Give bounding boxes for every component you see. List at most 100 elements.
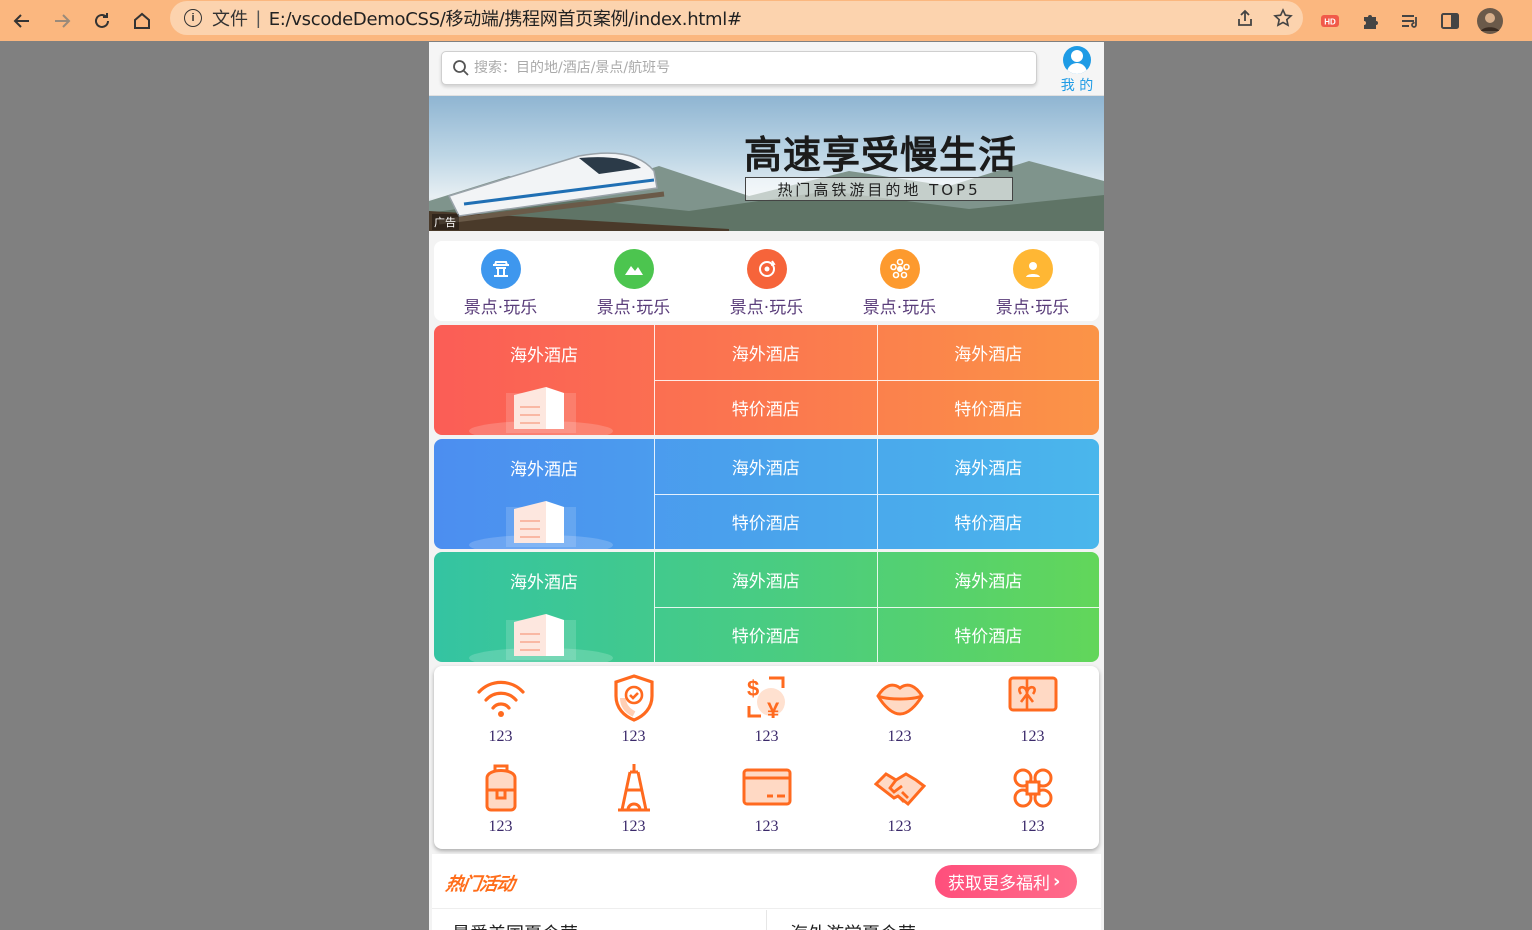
nav-item-5[interactable]: 景点·玩乐 <box>966 241 1099 321</box>
location-icon <box>1012 249 1053 289</box>
service-label: 123 <box>488 818 513 835</box>
backpack-icon <box>485 764 516 812</box>
hotel-building-icon <box>469 501 613 549</box>
promo-banner[interactable]: 高速享受慢生活 热门高铁游目的地 TOP5 广告 <box>429 96 1104 231</box>
nav-item-label: 景点·玩乐 <box>995 298 1070 318</box>
card-icon <box>742 768 791 806</box>
extensions-button[interactable] <box>1350 0 1390 41</box>
service-label: 123 <box>621 728 646 745</box>
activity-title-left[interactable]: 最爱美国夏令营 <box>452 920 578 930</box>
more-benefits-label: 获取更多福利 <box>948 874 1050 894</box>
grid-cell[interactable]: 海外酒店 <box>877 325 1099 381</box>
grid-cell[interactable]: 特价酒店 <box>655 381 877 436</box>
shield-icon <box>613 674 654 722</box>
service-item-luggage[interactable]: 123 <box>434 756 567 846</box>
search-box[interactable] <box>441 51 1037 85</box>
reload-button[interactable] <box>82 0 122 41</box>
arrow-right-icon <box>55 13 71 28</box>
grid-cell[interactable]: 海外酒店 <box>877 439 1099 495</box>
service-item-wifi[interactable]: 123 <box>434 666 567 756</box>
service-label: 123 <box>488 728 513 745</box>
grid-cell[interactable]: 特价酒店 <box>878 381 1100 436</box>
service-item-gift[interactable]: 123 <box>966 666 1099 756</box>
star-icon[interactable] <box>1273 8 1293 28</box>
tile-label: 海外酒店 <box>510 573 578 593</box>
temple-icon <box>480 249 521 289</box>
hotel-main-tile[interactable]: 海外酒店 <box>434 325 655 435</box>
service-item-more[interactable]: 123 <box>966 756 1099 846</box>
profile-button[interactable] <box>1470 0 1510 41</box>
activity-title-right[interactable]: 海外游学夏令营 <box>790 920 916 930</box>
side-panel-icon <box>1441 12 1459 29</box>
nav-item-label: 景点·玩乐 <box>729 298 804 318</box>
service-item-exchange[interactable]: $ ¥ 123 <box>700 666 833 756</box>
chevron-right-icon: › <box>1053 871 1061 892</box>
hotel-row: 海外酒店 海外酒店 特价酒店 海外酒店 特价酒店 <box>434 325 1099 435</box>
service-label: 123 <box>754 818 779 835</box>
playlist-icon <box>1402 14 1417 28</box>
reading-list-button[interactable] <box>1390 0 1430 41</box>
service-label: 123 <box>754 728 779 745</box>
user-button[interactable]: 我 的 <box>1057 46 1097 94</box>
back-button[interactable] <box>2 0 42 41</box>
handshake-icon <box>873 772 926 807</box>
grid-cell[interactable]: 海外酒店 <box>655 325 877 381</box>
side-panel-button[interactable] <box>1430 0 1470 41</box>
forward-button[interactable] <box>42 0 82 41</box>
grid-cell[interactable]: 海外酒店 <box>877 552 1099 608</box>
grid-cell[interactable]: 特价酒店 <box>655 495 877 550</box>
service-item-overseas[interactable]: 123 <box>567 756 700 846</box>
service-item-partner[interactable]: 123 <box>833 756 966 846</box>
search-icon <box>453 60 469 76</box>
browser-toolbar: i 文件 | E:/vscodeDemoCSS/移动端/携程网首页案例/inde… <box>0 0 1532 41</box>
home-icon <box>134 12 150 29</box>
flight-row: 海外酒店 海外酒店 特价酒店 海外酒店 特价酒店 <box>434 439 1099 549</box>
service-label: 123 <box>621 818 646 835</box>
hot-activities-title: 热门活动 <box>444 874 516 895</box>
svg-text:$: $ <box>747 676 759 701</box>
grid-cell[interactable]: 海外酒店 <box>655 552 877 608</box>
nav-item-2[interactable]: 景点·玩乐 <box>567 241 700 321</box>
nav-item-label: 景点·玩乐 <box>862 298 937 318</box>
search-input[interactable] <box>474 60 1014 76</box>
address-bar[interactable]: i 文件 | E:/vscodeDemoCSS/移动端/携程网首页案例/inde… <box>170 1 1303 35</box>
currency-exchange-icon: $¥ <box>747 676 785 723</box>
service-item-beauty[interactable]: 123 <box>833 666 966 756</box>
grid-cell[interactable]: 特价酒店 <box>655 608 877 663</box>
lips-icon <box>875 683 924 716</box>
eiffel-tower-icon <box>617 764 650 812</box>
flower-icon <box>879 249 920 289</box>
service-item-insurance[interactable]: 123 <box>567 666 700 756</box>
scheme-separator: | <box>256 7 261 28</box>
info-icon[interactable]: i <box>184 9 202 27</box>
gift-card-icon <box>1008 676 1057 712</box>
profile-avatar-icon <box>1477 7 1503 34</box>
tile-label: 海外酒店 <box>510 346 578 366</box>
nav-item-label: 景点·玩乐 <box>463 298 538 318</box>
arrow-left-icon <box>13 13 29 28</box>
service-item-card[interactable]: 123 <box>700 756 833 846</box>
grid-cell[interactable]: 特价酒店 <box>878 608 1100 663</box>
home-button[interactable] <box>122 0 162 41</box>
svg-text:HD: HD <box>1324 17 1336 26</box>
share-icon[interactable] <box>1235 8 1255 28</box>
hot-activities-section: 热门活动 获取更多福利 › 最爱美国夏令营 海外游学夏令营 <box>432 854 1101 930</box>
travel-main-tile[interactable]: 海外酒店 <box>434 552 655 662</box>
service-label: 123 <box>887 818 912 835</box>
nav-item-1[interactable]: 景点·玩乐 <box>434 241 567 321</box>
section-divider <box>432 908 1101 909</box>
reload-icon <box>95 12 109 28</box>
search-header: 我 的 <box>429 42 1104 96</box>
mobile-page: 我 的 高速享受慢生活 热门高铁游目的地 TOP5 广告 景点·玩乐 <box>429 42 1104 930</box>
more-benefits-button[interactable]: 获取更多福利 › <box>935 865 1077 898</box>
nav-item-4[interactable]: 景点·玩乐 <box>833 241 966 321</box>
scheme-label: 文件 <box>212 9 248 30</box>
hd-extension-button[interactable]: HD <box>1310 0 1350 41</box>
grid-cell[interactable]: 特价酒店 <box>878 495 1100 550</box>
url-text[interactable]: E:/vscodeDemoCSS/移动端/携程网首页案例/index.html# <box>269 5 742 31</box>
banner-title: 高速享受慢生活 <box>744 132 1018 177</box>
ad-label: 广告 <box>432 214 459 230</box>
nav-item-3[interactable]: 景点·玩乐 <box>700 241 833 321</box>
grid-cell[interactable]: 海外酒店 <box>655 439 877 495</box>
flight-main-tile[interactable]: 海外酒店 <box>434 439 655 549</box>
